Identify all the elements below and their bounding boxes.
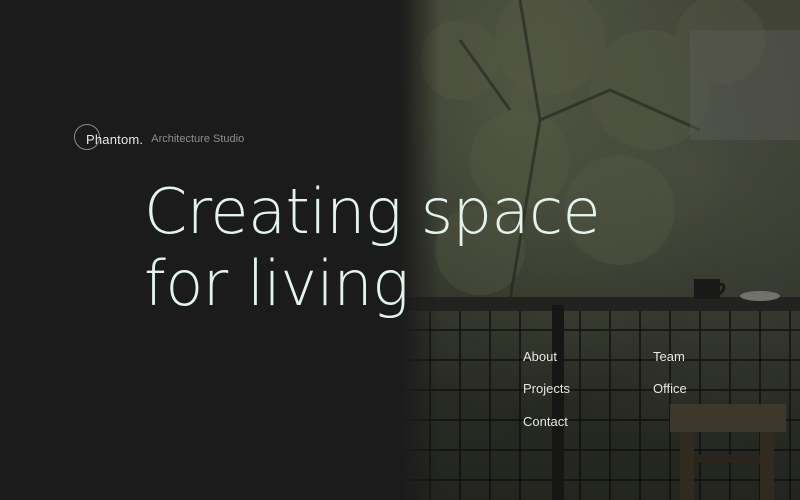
logo-name: Phantom. [86,131,144,147]
hero-headline-line-1: Creating space [144,175,601,248]
nav-link-about[interactable]: About [523,349,557,364]
nav-link-contact[interactable]: Contact [523,414,568,429]
logo-tagline: Architecture Studio [151,133,245,145]
hero-headline: Creating space for living [144,175,601,320]
nav-link-projects[interactable]: Projects [523,381,570,396]
logo[interactable]: Phantom. Architecture Studio [74,124,244,154]
nav-link-office[interactable]: Office [653,381,687,396]
nav-link-team[interactable]: Team [653,349,685,364]
hero-headline-line-2: for living [144,247,409,320]
